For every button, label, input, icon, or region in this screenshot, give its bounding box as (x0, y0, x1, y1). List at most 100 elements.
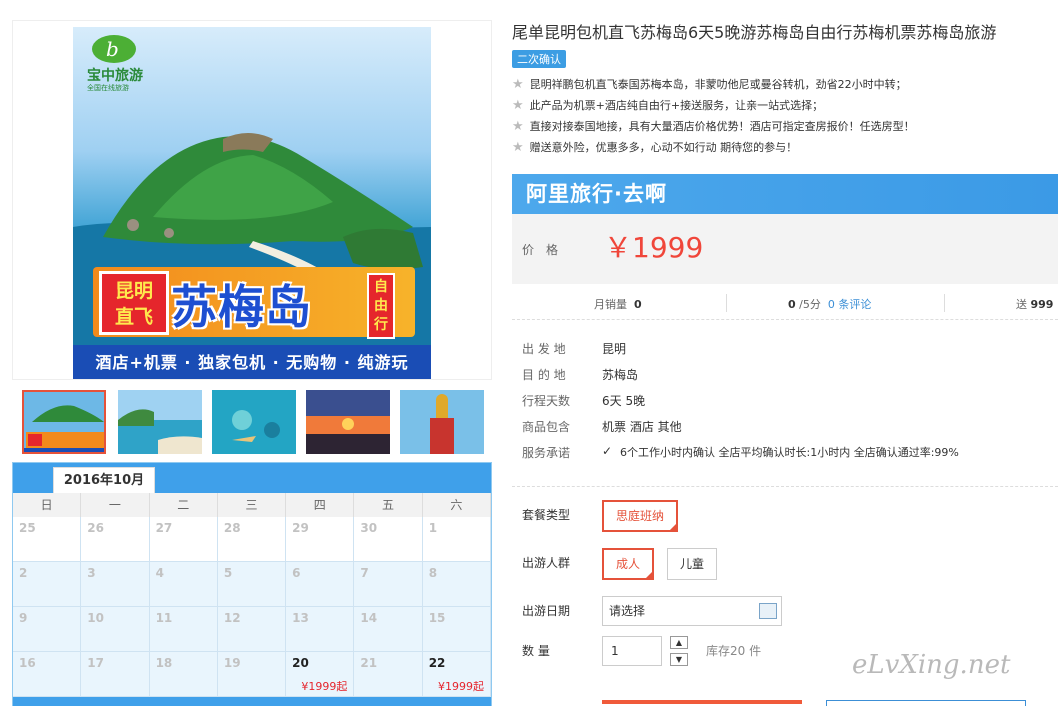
calendar-day: 30 (354, 517, 423, 562)
cart-button[interactable] (826, 700, 1026, 706)
calendar-icon[interactable] (759, 603, 777, 619)
day-number: 13 (292, 611, 309, 625)
reviews-link[interactable]: 0 条评论 (828, 298, 872, 311)
increment-icon[interactable]: ▲ (670, 636, 688, 649)
calendar-day: 15 (422, 607, 491, 652)
weekday: 五 (354, 493, 423, 517)
day-number: 26 (87, 521, 104, 535)
calendar-day: 2 (13, 562, 82, 607)
day-number: 5 (223, 566, 233, 580)
section-divider (512, 486, 1058, 487)
confirm-badge: 二次确认 (512, 50, 566, 68)
calendar-day[interactable]: 20 ¥1999起 (286, 652, 355, 697)
main-product-image[interactable]: b 宝中旅游 全国在线旅游 昆明 直飞 苏梅岛 自 由 行 酒店+机票 · 独家… (12, 20, 492, 380)
book-button[interactable] (602, 700, 802, 706)
day-number: 9 (19, 611, 28, 625)
day-number: 14 (360, 611, 378, 625)
logo-subtext: 全国在线旅游 (87, 84, 129, 92)
weekday: 四 (286, 493, 355, 517)
day-number: 7 (360, 566, 369, 580)
decrement-icon[interactable]: ▼ (670, 653, 688, 666)
day-number: 22 (428, 656, 446, 670)
date-label: 出游日期 (522, 604, 571, 618)
crowd-adult-option[interactable]: 成人 (602, 548, 654, 580)
badge-left-line2: 直飞 (114, 306, 153, 328)
calendar-day: 16 (13, 652, 82, 697)
calendar-month: 2016年10月 (53, 467, 155, 493)
check-icon: ✓ (602, 444, 613, 458)
feature-item: ★ 此产品为机票+酒店纯自由行+接送服务，让亲一站式选择； (512, 98, 824, 113)
day-number: 27 (155, 521, 173, 535)
calendar-day: 25 (13, 517, 82, 562)
weekday: 三 (218, 493, 287, 517)
weekday: 二 (150, 493, 218, 517)
calendar-day: 28 (217, 517, 287, 562)
calendar-day: 21 (354, 652, 423, 697)
price-label: 价格 (522, 243, 571, 257)
logo-icon: b (92, 35, 136, 63)
thumbnail-3-image (212, 390, 296, 454)
weekday: 一 (81, 493, 150, 517)
thumbnail-2[interactable] (118, 390, 202, 454)
thumbnail-4[interactable] (306, 390, 390, 454)
divider (726, 294, 727, 312)
poster-headline: 苏梅岛 (171, 280, 312, 334)
calendar-day: 8 (422, 562, 491, 607)
calendar-day: 1 (422, 517, 491, 562)
day-number: 15 (428, 611, 446, 625)
calendar-day: 11 (149, 607, 218, 652)
feature-item: ★ 赠送意外险，优惠多多，心动不如行动 期待您的参与！ (512, 140, 798, 155)
day-number: 2 (19, 566, 28, 580)
day-number: 19 (223, 656, 241, 670)
day-number: 30 (360, 521, 378, 535)
calendar-day: 14 (354, 607, 423, 652)
price-row: 价格 ￥1999 (512, 214, 1058, 284)
points: 送 999 (1016, 298, 1054, 311)
quantity-input[interactable]: 1 (602, 636, 662, 666)
product-title: 尾单昆明包机直飞苏梅岛6天5晚游苏梅岛自由行苏梅机票苏梅岛旅游 (512, 23, 997, 42)
day-number: 20 (292, 656, 309, 670)
calendar-day: 26 (81, 517, 150, 562)
calendar-weekdays: 日 一 二 三 四 五 六 (13, 493, 491, 517)
calendar-day: 19 (217, 652, 287, 697)
day-number: 18 (155, 656, 173, 670)
logo-text: 宝中旅游 (87, 68, 143, 84)
day-number: 16 (19, 656, 36, 670)
weekday: 六 (423, 493, 491, 517)
day-number: 12 (223, 611, 241, 625)
calendar-day: 12 (217, 607, 287, 652)
date-picker-input[interactable]: 请选择 (602, 596, 782, 626)
calendar-day: 9 (13, 607, 82, 652)
calendar-day: 27 (149, 517, 218, 562)
day-number: 4 (155, 566, 164, 580)
calendar-day: 29 (286, 517, 355, 562)
package-option[interactable]: 思庭班纳 (602, 500, 678, 532)
calendar-day: 3 (81, 562, 150, 607)
calendar-day: 7 (354, 562, 423, 607)
calendar-grid: 25 26 27 28 29 30 1 2 3 4 5 6 7 8 9 10 11 12 13 14 15 16 17 18 1… (13, 517, 491, 697)
thumbnail-1[interactable] (22, 390, 106, 454)
badge-left-line1: 昆明 (114, 280, 153, 302)
badge-free-travel: 自 由 行 (367, 273, 395, 339)
day-number: 3 (87, 566, 96, 580)
star-icon: ★ (512, 140, 524, 155)
thumbnail-4-image (306, 390, 390, 454)
crowd-label: 出游人群 (522, 556, 571, 570)
star-icon: ★ (512, 98, 524, 113)
poster-strip: 酒店+机票 · 独家包机 · 无购物 · 纯游玩 (73, 345, 431, 379)
day-number: 21 (360, 656, 378, 670)
price-panel: 阿里旅行·去啊 价格 ￥1999 (512, 174, 1058, 284)
availability-calendar: 2016年10月 日 一 二 三 四 五 六 25 26 27 28 29 30 1 2 3 4 5… (12, 462, 492, 706)
brand-bar: 阿里旅行·去啊 (512, 174, 1058, 214)
day-number: 6 (292, 566, 301, 580)
monthly-sales: 月销量 0 (594, 298, 642, 311)
sales-stats: 月销量 0 0 /5分 0 条评论 送 999 (512, 284, 1058, 320)
crowd-child-option[interactable]: 儿童 (667, 548, 717, 580)
calendar-day[interactable]: 22 ¥1999起 (422, 652, 491, 697)
thumbnail-3[interactable] (212, 390, 296, 454)
feature-item: ★ 直接对接泰国地接，具有大量酒店价格优势！酒店可指定查房报价！任选房型！ (512, 119, 915, 134)
calendar-day: 17 (81, 652, 150, 697)
thumbnail-5[interactable] (400, 390, 484, 454)
day-number: 10 (87, 611, 104, 625)
day-number: 11 (155, 611, 173, 625)
